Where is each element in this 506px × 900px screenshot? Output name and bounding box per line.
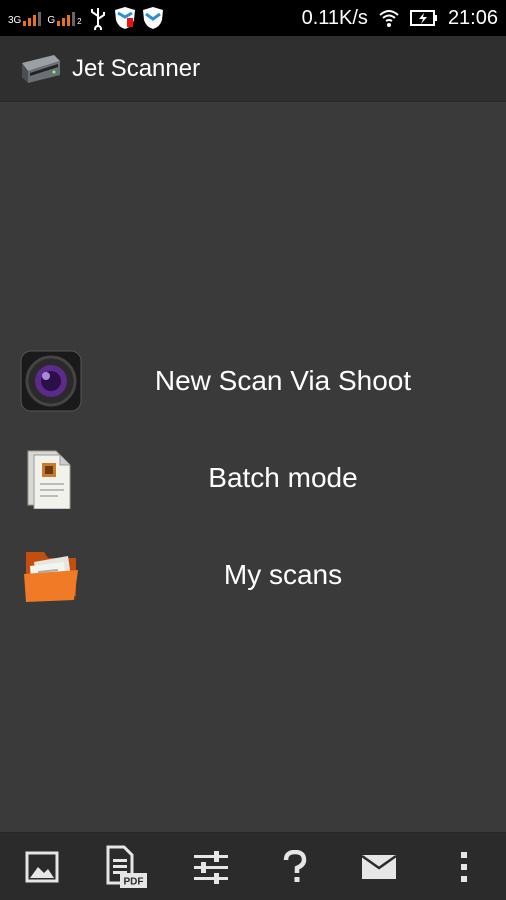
- export-pdf-button[interactable]: PDF: [96, 837, 156, 897]
- wifi-icon: [379, 10, 399, 27]
- battery-charging-icon: [409, 10, 437, 26]
- sim-slot-label: 2: [77, 17, 82, 26]
- gallery-button[interactable]: [12, 837, 72, 897]
- menu-label-batch-mode: Batch mode: [208, 461, 358, 493]
- image-icon: [25, 851, 59, 882]
- status-bar: 3G G 2 0.11K/s 21:06: [0, 0, 506, 36]
- menu-item-batch-mode[interactable]: Batch mode: [0, 429, 506, 526]
- overflow-menu-button[interactable]: [434, 837, 494, 897]
- pdf-document-icon: PDF: [106, 845, 148, 888]
- action-bar: Jet Scanner: [0, 36, 506, 102]
- usb-icon: [90, 8, 105, 30]
- settings-sliders-icon: [193, 850, 228, 884]
- clock: 21:06: [447, 6, 498, 29]
- bottom-toolbar: PDF: [0, 832, 506, 900]
- settings-button[interactable]: [181, 837, 241, 897]
- security-shield-icon: [114, 7, 135, 29]
- main-menu: New Scan Via Shoot Batch mode My scans: [0, 332, 506, 623]
- menu-label-my-scans: My scans: [223, 558, 343, 590]
- help-icon: [283, 849, 307, 882]
- signal-bars-icon: [23, 10, 42, 26]
- network-3g-indicator: 3G: [8, 10, 42, 26]
- network-g-indicator: G 2: [47, 10, 82, 26]
- app-title: Jet Scanner: [72, 54, 201, 82]
- menu-item-new-scan[interactable]: New Scan Via Shoot: [0, 332, 506, 429]
- help-button[interactable]: [265, 837, 325, 897]
- network-speed: 0.11K/s: [301, 6, 368, 29]
- mail-button[interactable]: [349, 837, 409, 897]
- overflow-menu-icon: [460, 851, 467, 882]
- pdf-badge: PDF: [124, 876, 144, 887]
- network-g-label: G: [47, 15, 56, 26]
- shield-check-icon: [142, 7, 163, 29]
- network-3g-label: 3G: [8, 15, 22, 26]
- scanner-icon: [22, 54, 60, 83]
- menu-label-new-scan: New Scan Via Shoot: [154, 364, 412, 396]
- status-left: 3G G 2: [8, 6, 164, 30]
- menu-item-my-scans[interactable]: My scans: [0, 526, 506, 623]
- mail-icon: [361, 854, 398, 879]
- status-right: 0.11K/s 21:06: [302, 7, 498, 30]
- signal-bars-icon: [57, 10, 76, 26]
